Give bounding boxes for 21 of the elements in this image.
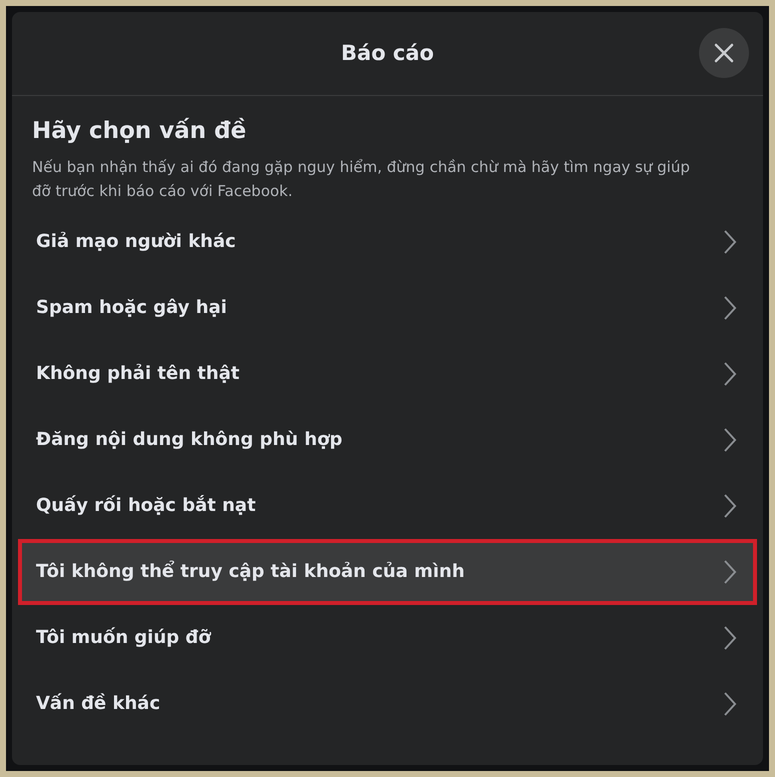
report-option[interactable]: Tôi không thể truy cập tài khoản của mình — [18, 538, 757, 604]
chevron-right-icon — [723, 360, 737, 386]
chevron-right-icon — [723, 426, 737, 452]
report-option[interactable]: Spam hoặc gây hại — [18, 274, 757, 340]
chevron-right-icon — [723, 690, 737, 716]
report-option[interactable]: Đăng nội dung không phù hợp — [18, 406, 757, 472]
close-icon — [713, 42, 735, 64]
chevron-right-icon — [723, 492, 737, 518]
chevron-right-icon — [723, 294, 737, 320]
chevron-right-icon — [723, 558, 737, 584]
chevron-right-icon — [723, 624, 737, 650]
report-option[interactable]: Giả mạo người khác — [18, 208, 757, 274]
chevron-right-icon — [723, 228, 737, 254]
report-option[interactable]: Quấy rối hoặc bắt nạt — [18, 472, 757, 538]
description-text: Nếu bạn nhận thấy ai đó đang gặp nguy hiểm, đừng chần chừ mà hãy tìm ngay sự giúp đỡ trước khi báo cáo với Facebook. — [32, 156, 691, 202]
section-heading: Hãy chọn vấn đề — [32, 116, 248, 146]
dialog-title: Báo cáo — [341, 40, 434, 67]
report-option[interactable]: Tôi muốn giúp đỡ — [18, 604, 757, 670]
report-option[interactable]: Không phải tên thật — [18, 340, 757, 406]
close-button[interactable] — [699, 28, 749, 78]
report-option[interactable]: Vấn đề khác — [18, 670, 757, 736]
